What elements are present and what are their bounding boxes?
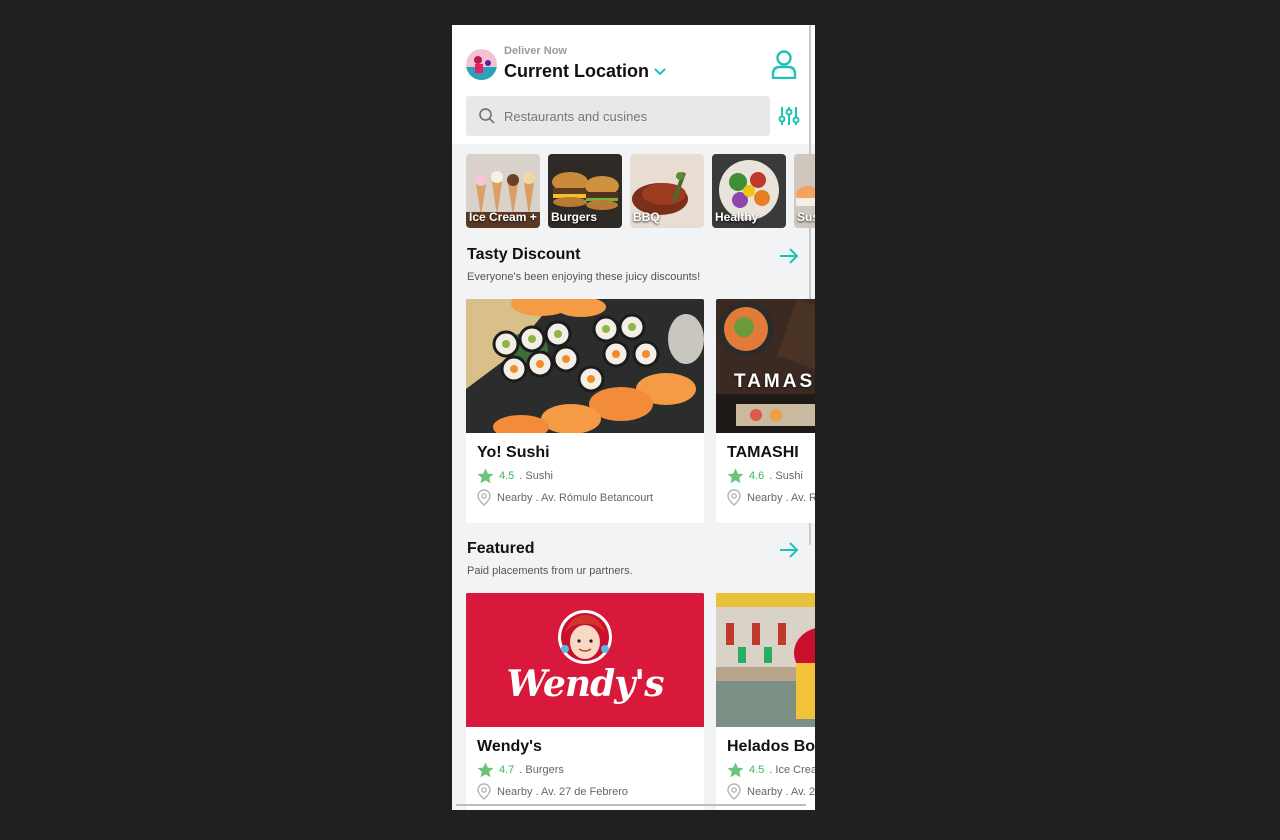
restaurant-rating: 4.5 . Ice Cream	[727, 762, 815, 778]
location-text: Nearby . Av. 27 de Febrero	[497, 785, 629, 798]
search-bar	[466, 96, 770, 136]
rating-value: 4.5	[749, 764, 765, 776]
location-title: Current Location	[504, 61, 650, 81]
location-pin-icon	[727, 783, 741, 800]
star-icon	[727, 762, 744, 778]
category-sushi[interactable]: Sushi	[794, 154, 815, 228]
location-text: Nearby . Av. Rómulo Betancourt	[497, 491, 654, 504]
chevron-down-icon	[654, 67, 666, 75]
avatar[interactable]	[466, 49, 497, 80]
restaurant-rating: 4.7 . Burgers	[477, 762, 564, 778]
restaurant-name: Helados Bon	[727, 738, 815, 755]
rating-category: . Sushi	[769, 470, 803, 482]
restaurant-rating: 4.6 . Sushi	[727, 468, 803, 484]
star-icon	[727, 468, 744, 484]
rating-category: . Burgers	[519, 764, 564, 776]
search-icon	[479, 108, 495, 124]
restaurant-name: Yo! Sushi	[477, 444, 550, 461]
filter-sliders-icon[interactable]	[778, 105, 800, 127]
category-carousel: Ice Cream + Burgers BBQ Healthy Su	[466, 154, 815, 228]
location-pin-icon	[477, 783, 491, 800]
app-screen: Deliver Now Current Location Restaurants…	[452, 25, 815, 810]
star-icon	[477, 762, 494, 778]
restaurant-image	[716, 593, 815, 727]
app-header: Deliver Now Current Location	[452, 25, 815, 144]
location-text: Nearby . Av. 27 de Febrero	[747, 785, 815, 798]
restaurant-card-tamashi[interactable]: TAMASHI TAMASHI 4.6 . Sushi Nearby . Av.…	[716, 299, 815, 523]
section-title-discount: Tasty Discount	[467, 246, 581, 263]
category-label: Healthy	[715, 210, 759, 224]
category-burgers[interactable]: Burgers	[548, 154, 622, 228]
rating-value: 4.7	[499, 764, 515, 776]
location-text: Nearby . Av. Rómulo Betancourt	[747, 491, 815, 504]
restaurant-location: Nearby . Av. Rómulo Betancourt	[477, 489, 653, 506]
section-title-featured: Featured	[467, 540, 535, 557]
restaurant-image-text: TAMASHI	[734, 371, 815, 392]
restaurant-name: Wendy's	[477, 738, 542, 755]
location-selector[interactable]: Current Location	[504, 61, 667, 82]
category-label: BBQ	[633, 210, 660, 224]
rating-value: 4.6	[749, 470, 765, 482]
restaurant-location: Nearby . Av. 27 de Febrero	[727, 783, 815, 800]
category-label: Ice Cream +	[469, 210, 537, 224]
horizontal-scrollbar[interactable]	[456, 804, 806, 806]
category-bbq[interactable]: BBQ	[630, 154, 704, 228]
search-input[interactable]	[504, 108, 744, 124]
restaurant-location: Nearby . Av. Rómulo Betancourt	[727, 489, 815, 506]
restaurant-image: Wendy's	[466, 593, 704, 727]
user-profile-icon[interactable]	[770, 49, 798, 79]
location-pin-icon	[727, 489, 741, 506]
rating-category: . Ice Cream	[769, 764, 815, 776]
rating-category: . Sushi	[519, 470, 553, 482]
restaurant-card-helados-bon[interactable]: Helados Bon 4.5 . Ice Cream Nearby . Av.…	[716, 593, 815, 810]
discount-cards: Yo! Sushi 4.5 . Sushi Nearby . Av. Rómul…	[466, 299, 815, 523]
star-icon	[477, 468, 494, 484]
restaurant-card-wendys[interactable]: Wendy's Wendy's 4.7 . Burgers Nearby . A…	[466, 593, 704, 810]
section-subtitle-featured: Paid placements from ur partners.	[467, 565, 633, 577]
restaurant-location: Nearby . Av. 27 de Febrero	[477, 783, 628, 800]
restaurant-rating: 4.5 . Sushi	[477, 468, 553, 484]
rating-value: 4.5	[499, 470, 515, 482]
restaurant-name: TAMASHI	[727, 444, 799, 461]
section-subtitle-discount: Everyone's been enjoying these juicy dis…	[467, 271, 701, 283]
restaurant-image: TAMASHI	[716, 299, 815, 433]
restaurant-image	[466, 299, 704, 433]
category-label: Burgers	[551, 210, 598, 224]
restaurant-card-yo-sushi[interactable]: Yo! Sushi 4.5 . Sushi Nearby . Av. Rómul…	[466, 299, 704, 523]
category-ice-cream[interactable]: Ice Cream +	[466, 154, 540, 228]
location-pin-icon	[477, 489, 491, 506]
category-label: Sushi	[797, 210, 815, 224]
category-healthy[interactable]: Healthy	[712, 154, 786, 228]
arrow-right-icon[interactable]	[778, 541, 800, 559]
arrow-right-icon[interactable]	[778, 247, 800, 265]
featured-cards: Wendy's Wendy's 4.7 . Burgers Nearby . A…	[466, 593, 815, 810]
wendys-logo-text: Wendy's	[506, 663, 665, 705]
deliver-label: Deliver Now	[504, 45, 567, 57]
